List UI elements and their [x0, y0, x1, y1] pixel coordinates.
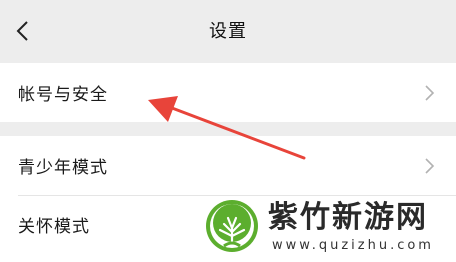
watermark: 紫竹新游网 www.quzizhu.com — [204, 198, 456, 262]
watermark-title: 紫竹新游网 — [268, 200, 428, 235]
watermark-url: www.quzizhu.com — [272, 238, 434, 253]
settings-group-account: 帐号与安全 — [0, 63, 456, 122]
settings-item-teen-mode[interactable]: 青少年模式 — [0, 136, 456, 195]
bamboo-tree-logo-icon — [206, 200, 258, 252]
navigation-bar: 设置 — [0, 0, 456, 62]
settings-item-label: 青少年模式 — [18, 158, 108, 178]
settings-item-label: 关怀模式 — [18, 217, 90, 237]
page-title: 设置 — [209, 21, 247, 42]
settings-item-label: 帐号与安全 — [18, 85, 108, 105]
chevron-right-icon — [425, 84, 435, 101]
settings-screen: 设置 帐号与安全 青少年模式 关怀模式 紫竹新游网 www.quzizhu.co… — [0, 0, 456, 262]
settings-item-account-security[interactable]: 帐号与安全 — [0, 63, 456, 122]
chevron-right-icon — [425, 157, 435, 174]
